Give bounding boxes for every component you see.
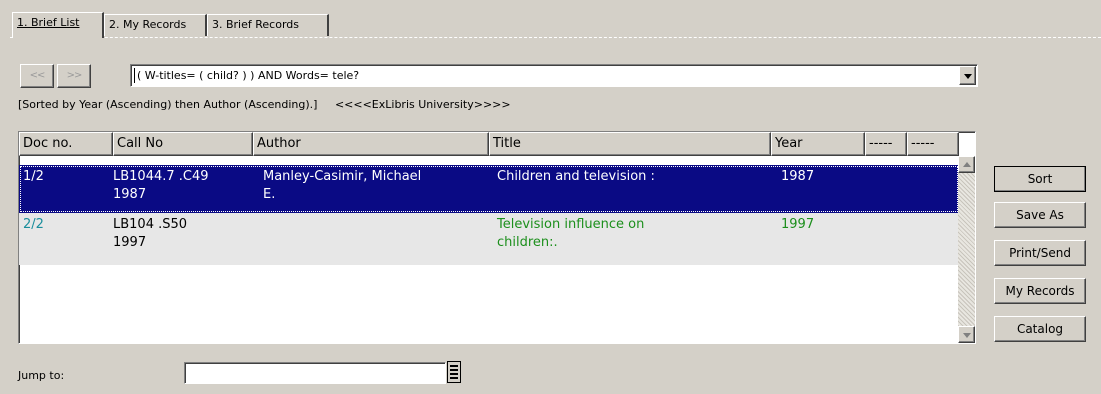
spin-bar-icon xyxy=(450,365,458,367)
tab-brief-list[interactable]: 1. Brief List xyxy=(12,12,104,38)
table-row[interactable]: 2/2 LB104 .S50 1997 Television influence… xyxy=(19,213,959,265)
previous-button[interactable]: << xyxy=(20,64,54,88)
jump-to-label: Jump to: xyxy=(18,369,65,382)
results-table: Doc no. Call No Author Title Year ----- … xyxy=(18,131,976,344)
tab-brief-records[interactable]: 3. Brief Records xyxy=(207,14,329,36)
tab-brief-list-label: 1. Brief List xyxy=(17,16,80,29)
spin-bar-icon xyxy=(450,377,458,379)
scroll-up-button[interactable] xyxy=(958,156,975,173)
title-line1: Television influence on xyxy=(497,217,645,232)
query-text: ( W-titles= ( child? ) ) AND Words= tele… xyxy=(137,69,360,82)
spin-bar-icon xyxy=(450,369,458,371)
column-header-title[interactable]: Title xyxy=(489,132,771,156)
tab-brief-records-label: 3. Brief Records xyxy=(212,18,299,31)
column-header-year[interactable]: Year xyxy=(771,132,865,156)
library-name: <<<<ExLibris University>>>> xyxy=(334,98,511,111)
column-header-doc-no[interactable]: Doc no. xyxy=(19,132,113,156)
query-dropdown-button[interactable] xyxy=(959,66,976,85)
author: Manley-Casimir, Michael E. xyxy=(263,168,421,204)
doc-number: 2/2 xyxy=(23,217,44,232)
print-send-button[interactable]: Print/Send xyxy=(994,240,1086,266)
sort-info: [Sorted by Year (Ascending) then Author … xyxy=(18,98,511,111)
call-number-line2: 1997 xyxy=(113,235,147,250)
title-line2: children:. xyxy=(497,235,558,250)
year: 1987 xyxy=(781,169,815,184)
call-number-line1: LB1044.7 .C49 xyxy=(113,169,209,184)
call-number: LB1044.7 .C49 1987 xyxy=(113,168,209,204)
call-number: LB104 .S50 1997 xyxy=(113,216,187,252)
doc-number: 1/2 xyxy=(23,169,44,184)
tab-my-records[interactable]: 2. My Records xyxy=(104,14,207,36)
column-header-call-no[interactable]: Call No xyxy=(113,132,253,156)
title: Children and television : xyxy=(497,169,655,184)
jump-spin-button[interactable] xyxy=(447,361,461,383)
vertical-scrollbar[interactable] xyxy=(958,156,975,343)
arrow-down-icon xyxy=(963,333,971,338)
arrow-up-icon xyxy=(963,162,971,167)
column-header-author[interactable]: Author xyxy=(253,132,489,156)
jump-to-input[interactable] xyxy=(184,362,446,384)
column-header-extra-1[interactable]: ----- xyxy=(865,132,907,156)
text-cursor xyxy=(134,68,135,83)
tab-my-records-label: 2. My Records xyxy=(109,18,187,31)
call-number-line2: 1987 xyxy=(113,187,147,202)
catalog-button[interactable]: Catalog xyxy=(994,316,1086,342)
scroll-down-button[interactable] xyxy=(958,326,975,343)
column-header-extra-2[interactable]: ----- xyxy=(907,132,959,156)
sort-button[interactable]: Sort xyxy=(994,166,1086,192)
chevron-down-icon xyxy=(964,74,972,79)
my-records-button[interactable]: My Records xyxy=(994,278,1086,304)
title: Television influence on children:. xyxy=(497,216,644,252)
year: 1997 xyxy=(781,217,815,232)
save-as-button[interactable]: Save As xyxy=(994,202,1086,228)
next-button[interactable]: >> xyxy=(57,64,91,88)
query-combobox[interactable]: ( W-titles= ( child? ) ) AND Words= tele… xyxy=(130,64,978,87)
author-line2: E. xyxy=(263,187,276,202)
tab-divider xyxy=(10,37,1101,38)
table-row-selected[interactable]: 1/2 LB1044.7 .C49 1987 Manley-Casimir, M… xyxy=(19,165,959,213)
author-line1: Manley-Casimir, Michael xyxy=(263,169,422,184)
call-number-line1: LB104 .S50 xyxy=(113,217,188,232)
sort-description: [Sorted by Year (Ascending) then Author … xyxy=(18,98,318,111)
spin-bar-icon xyxy=(450,373,458,375)
